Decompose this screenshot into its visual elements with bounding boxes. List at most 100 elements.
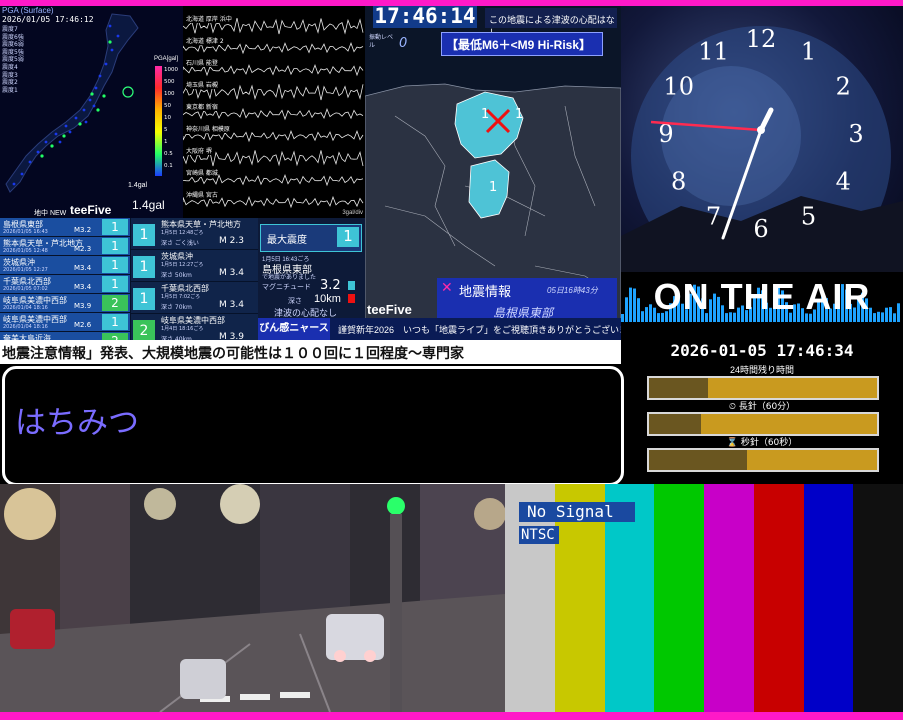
hourglass-icon: ⌛: [726, 438, 738, 448]
bar2-label-row: ⏲ 長針（60分）: [621, 399, 903, 412]
ticker-tag: びん感ニャース: [258, 318, 330, 340]
station-label: 東京都 新宿: [186, 102, 218, 111]
intensity-legend-item: 震度5弱: [2, 56, 24, 64]
history-intensity: 1: [102, 257, 128, 273]
history-date: 2026/01/04 18:16: [3, 305, 48, 311]
new-label: 地中 NEW: [34, 210, 67, 217]
card-depth: 深さ 70km: [161, 304, 192, 311]
history-row[interactable]: 熊本県天草・芦北地方 2026/01/05 12:48 M2.3 1: [0, 237, 130, 256]
intensity-legend-item: 震度2: [2, 79, 18, 87]
tsunami-banner: この地震による津波の心配はなし: [485, 8, 617, 38]
pga-scale-tick: 0.1: [164, 163, 173, 169]
card-intensity: 1: [133, 288, 155, 310]
history-magnitude: M2.3: [74, 245, 92, 253]
color-bar-strip: [853, 484, 903, 712]
history-row[interactable]: 千葉県北西部 2026/01/05 07:02 M3.4 1: [0, 275, 130, 294]
pga-scale-tick: 0.5: [164, 151, 173, 157]
on-air-title: ON THE AIR: [653, 276, 871, 317]
no-signal-label: No Signal: [519, 502, 635, 522]
intensity-marker-c: 1: [489, 180, 498, 195]
card-date: 1月5日 12:48ごろ: [161, 230, 204, 236]
pga-scale-tick: 1: [164, 139, 168, 145]
card-date: 1月5日 7:02ごろ: [161, 294, 201, 300]
history-date: 2026/01/05 12:27: [3, 267, 48, 273]
max-intensity-label: 最大震度: [267, 235, 307, 246]
station-label: 神奈川県 相模原: [186, 124, 230, 133]
clock-numeral: 11: [698, 38, 729, 66]
japan-map: [0, 6, 183, 218]
pga-scale-tick: 100: [164, 91, 175, 97]
latest-quake-panel: 最大震度 1 1月5日 16:43ごろ 島根県東部 で地震がありました マグニチ…: [258, 218, 365, 318]
earthquake-card[interactable]: 1 熊本県天草・芦北地方 1月5日 12:48ごろ 深さ ごく浅い M 2.3: [131, 218, 258, 249]
street-scene: [0, 484, 505, 712]
history-magnitude: M3.4: [74, 264, 92, 272]
intensity-legend-item: 震度7: [2, 26, 18, 33]
earthquake-card[interactable]: 1 千葉県北西部 1月5日 7:02ごろ 深さ 70km M 3.4: [131, 282, 258, 313]
color-bar-strip: [654, 484, 704, 712]
magnitude-value: 3.2: [320, 278, 341, 293]
ticker-line1-bar: びん感ニャース 謹賀新年2026 いつも「地震ライブ」をご視聴頂きありがとうござ…: [258, 318, 621, 340]
map-timestamp: 2026/01/05 17:46:12: [2, 15, 94, 24]
card-magnitude: M 3.4: [219, 300, 244, 310]
pga-scale-tick: 10: [164, 115, 171, 121]
gal-readout: 1.4gal: [132, 198, 165, 212]
bar1-label: 24時間残り時間: [729, 365, 794, 375]
color-bar-strip: [704, 484, 754, 712]
analog-clock: 12 1234567891011: [621, 25, 903, 272]
card-intensity: 1: [133, 256, 155, 278]
pga-scale-ticks: 1000 500 100 50 10 5 1 0.5 0.1: [164, 64, 178, 172]
history-row[interactable]: 茨城県沖 2026/01/05 12:27 M3.4 1: [0, 256, 130, 275]
intensity-legend-item: 震度6弱: [2, 41, 24, 49]
history-row[interactable]: 島根県東部 2026/01/05 16:43 M3.2 1: [0, 218, 130, 237]
clock-numeral: 10: [663, 73, 694, 101]
intensity-legend-item: 震度4: [2, 63, 18, 71]
station-label: 沖縄県 宮古: [186, 190, 218, 199]
clock-numeral: 8: [671, 168, 686, 196]
pga-unit-label: PGA[gal]: [154, 56, 179, 62]
minute-progress-bar: [647, 412, 879, 436]
clock-numeral: 7: [706, 202, 721, 230]
card-date: 1月5日 12:27ごろ: [161, 262, 204, 268]
day-progress-bar: [647, 376, 879, 400]
ticker-line1: 謹賀新年2026 いつも「地震ライブ」をご視聴頂きありがとうございます!: [338, 325, 621, 335]
news-ticker: びん感ニャース 謹賀新年2026 いつも「地震ライブ」をご視聴頂きありがとうござ…: [0, 318, 621, 364]
caller-name-box: はちみつ: [2, 366, 624, 486]
on-air-panel: ON THE AIR 2026-01-05 17:46:34 24時間残り時間 …: [621, 272, 903, 484]
max-intensity-box: 最大震度 1: [260, 224, 362, 252]
card-depth: 深さ ごく浅い: [161, 240, 199, 247]
history-date: 2026/01/05 12:48: [3, 248, 48, 254]
intensity-marker-a: 1: [481, 107, 490, 122]
quake-info-time: 05日16時43分: [547, 286, 598, 295]
card-magnitude: M 3.4: [219, 268, 244, 278]
analog-clock-panel: 12 1 2 3 4 5 6 7 8 9 10 11: [621, 6, 903, 272]
earthquake-card[interactable]: 1 茨城県沖 1月5日 12:27ごろ 深さ 50km M 3.4: [131, 250, 258, 281]
clock-numeral: 2: [836, 73, 851, 101]
intensity-marker-b: 1: [515, 107, 524, 122]
pga-scale-tick: 50: [164, 103, 171, 109]
station-label: 石川県 能登: [186, 58, 218, 67]
history-date: 2026/01/05 16:43: [3, 229, 48, 235]
minute-progress-fill: [649, 414, 702, 434]
frame-bottom-border: [0, 712, 903, 720]
wave-scale-label: 3gal/div: [342, 210, 363, 216]
ticker-line2: 地震注意情報」発表、大規模地震の可能性は１００回に１回程度～専門家: [2, 345, 464, 361]
clock-numeral: 6: [753, 215, 768, 243]
pga-scale-tick: 5: [164, 127, 168, 133]
history-row[interactable]: 岐阜県美濃中西部 2026/01/04 18:16 M3.9 2: [0, 294, 130, 313]
history-date: 2026/01/05 07:02: [3, 286, 48, 292]
history-intensity: 1: [102, 238, 128, 254]
color-bar-strip: [803, 484, 854, 712]
station-label: 北海道 標津 2: [186, 36, 224, 45]
color-bar-strip: [753, 484, 804, 712]
clock-numeral: 5: [801, 202, 816, 230]
risk-banner-box: 【最低M6＋<M9 Hi-Risk】: [441, 32, 603, 56]
on-air-datetime: 2026-01-05 17:46:34: [670, 341, 854, 360]
quake-clock: 17:46:14: [373, 6, 477, 28]
history-magnitude: M3.4: [74, 283, 92, 291]
depth-swatch: [348, 294, 355, 303]
max-intensity-value: 1: [337, 227, 359, 247]
quake-info-panel: 1 1 1 17:46:14 この地震による津波の心配はなし 振動レベル 0 【…: [365, 6, 621, 346]
history-intensity: 2: [102, 295, 128, 311]
pga-scale-tick: 500: [164, 79, 175, 85]
card-magnitude: M 2.3: [219, 236, 244, 246]
